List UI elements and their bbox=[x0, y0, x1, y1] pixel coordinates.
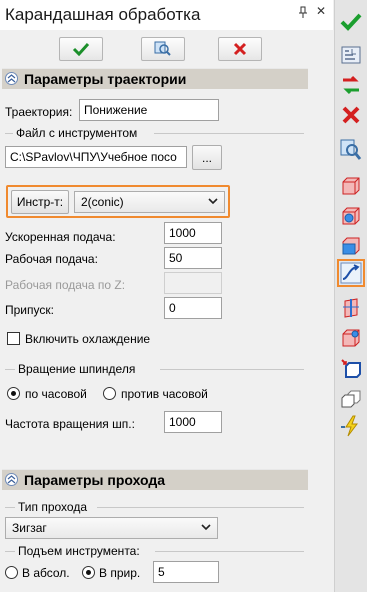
magnifier-icon bbox=[154, 41, 171, 56]
box-side-tool[interactable] bbox=[337, 232, 365, 260]
group-line bbox=[155, 551, 304, 552]
collapse-icon[interactable] bbox=[5, 72, 18, 85]
ok-button[interactable] bbox=[59, 37, 103, 61]
curve-arrow-icon bbox=[340, 262, 362, 284]
trajectory-label: Траектория: bbox=[5, 105, 73, 119]
pass-type-group-label: Тип прохода bbox=[18, 500, 87, 514]
lift-relative-radio[interactable] bbox=[82, 566, 95, 579]
box-tool[interactable] bbox=[337, 172, 365, 200]
box-face-tool[interactable] bbox=[337, 202, 365, 230]
switch-tool[interactable] bbox=[337, 71, 365, 99]
box-copy-icon bbox=[341, 390, 361, 408]
tool-file-group-label: Файл с инструментом bbox=[16, 126, 138, 140]
group-line bbox=[160, 369, 304, 370]
rapid-feed-label: Ускоренная подача: bbox=[5, 230, 116, 244]
confirm-tool[interactable] bbox=[337, 8, 365, 36]
window-title: Карандашная обработка bbox=[5, 5, 201, 24]
work-feed-label: Рабочая подача: bbox=[5, 252, 98, 266]
tool-button[interactable]: Инстр-т: bbox=[11, 190, 69, 214]
lift-absolute-radio[interactable] bbox=[5, 566, 18, 579]
right-toolbar bbox=[334, 0, 367, 592]
close-icon bbox=[342, 106, 360, 124]
z-feed-field bbox=[164, 272, 222, 294]
lift-absolute-label[interactable]: В абсол. bbox=[22, 566, 70, 580]
group-line bbox=[5, 507, 15, 508]
close-icon bbox=[233, 42, 247, 56]
group-line bbox=[154, 133, 304, 134]
tool-select-value: 2(conic) bbox=[81, 195, 124, 209]
text-block-tool[interactable] bbox=[337, 41, 365, 69]
pencil-machining-panel: Карандашная обработка ✕ Параметры траект… bbox=[0, 0, 333, 592]
box-icon bbox=[342, 177, 360, 195]
check-icon bbox=[72, 42, 90, 56]
group-line bbox=[5, 133, 13, 134]
work-feed-field[interactable]: 50 bbox=[164, 247, 222, 269]
section-title: Параметры прохода bbox=[24, 472, 166, 488]
browse-button[interactable]: ... bbox=[192, 145, 222, 170]
preview-tool[interactable] bbox=[337, 136, 365, 164]
coolant-label[interactable]: Включить охлаждение bbox=[25, 332, 150, 346]
title-bar: Карандашная обработка ✕ bbox=[0, 0, 333, 30]
pass-type-value: Зигзаг bbox=[12, 521, 47, 535]
tool-select[interactable]: 2(conic) bbox=[74, 191, 225, 213]
group-line bbox=[5, 369, 15, 370]
box-corner-tool[interactable] bbox=[337, 324, 365, 352]
z-feed-label: Рабочая подача по Z: bbox=[5, 278, 126, 292]
text-block-icon bbox=[341, 46, 361, 64]
box-face-icon bbox=[342, 207, 360, 225]
curve-tool-selected[interactable] bbox=[337, 259, 365, 287]
preview-button[interactable] bbox=[141, 37, 185, 61]
chevron-down-icon bbox=[201, 524, 211, 531]
spindle-cw-label[interactable]: по часовой bbox=[25, 387, 87, 401]
scrollbar[interactable] bbox=[310, 30, 333, 592]
spindle-group-label: Вращение шпинделя bbox=[18, 362, 136, 376]
collapse-icon[interactable] bbox=[5, 473, 18, 486]
box-side-icon bbox=[342, 237, 360, 255]
lift-relative-label[interactable]: В прир. bbox=[99, 566, 140, 580]
lift-group-label: Подъем инструмента: bbox=[18, 544, 140, 558]
plane-icon bbox=[343, 298, 359, 318]
plane-tool[interactable] bbox=[337, 294, 365, 322]
arrow-switch-icon bbox=[343, 75, 359, 95]
trajectory-field[interactable]: Понижение bbox=[79, 99, 219, 121]
pin-icon[interactable] bbox=[298, 6, 308, 21]
box-corner-icon bbox=[342, 329, 360, 347]
spindle-speed-field[interactable]: 1000 bbox=[164, 411, 222, 433]
close-icon[interactable]: ✕ bbox=[316, 4, 326, 18]
allowance-field[interactable]: 0 bbox=[164, 297, 222, 319]
check-icon bbox=[340, 13, 362, 31]
spindle-ccw-radio[interactable] bbox=[103, 387, 116, 400]
trajectory-section-header[interactable]: Параметры траектории bbox=[2, 68, 308, 89]
box-copy-tool[interactable] bbox=[337, 385, 365, 413]
chevron-down-icon bbox=[208, 198, 218, 205]
lift-value-field[interactable]: 5 bbox=[153, 561, 219, 583]
box-move-tool[interactable] bbox=[337, 355, 365, 383]
delete-tool[interactable] bbox=[337, 101, 365, 129]
cancel-button[interactable] bbox=[218, 37, 262, 61]
group-line bbox=[5, 551, 15, 552]
spindle-ccw-label[interactable]: против часовой bbox=[121, 387, 208, 401]
pass-type-select[interactable]: Зигзаг bbox=[5, 517, 218, 539]
coolant-checkbox[interactable] bbox=[7, 332, 20, 345]
rapid-feed-field[interactable]: 1000 bbox=[164, 222, 222, 244]
group-line bbox=[97, 507, 304, 508]
section-title: Параметры траектории bbox=[24, 71, 187, 87]
lightning-icon bbox=[341, 415, 358, 437]
spindle-speed-label: Частота вращения шп.: bbox=[5, 417, 135, 431]
pass-section-header[interactable]: Параметры прохода bbox=[2, 469, 308, 490]
lightning-tool[interactable] bbox=[337, 412, 365, 440]
magnifier-icon bbox=[340, 139, 362, 160]
box-move-icon bbox=[341, 359, 361, 378]
allowance-label: Припуск: bbox=[5, 303, 54, 317]
spindle-cw-radio[interactable] bbox=[7, 387, 20, 400]
tool-file-path-field[interactable]: C:\SPavlov\ЧПУ\Учебное посо bbox=[5, 146, 187, 168]
